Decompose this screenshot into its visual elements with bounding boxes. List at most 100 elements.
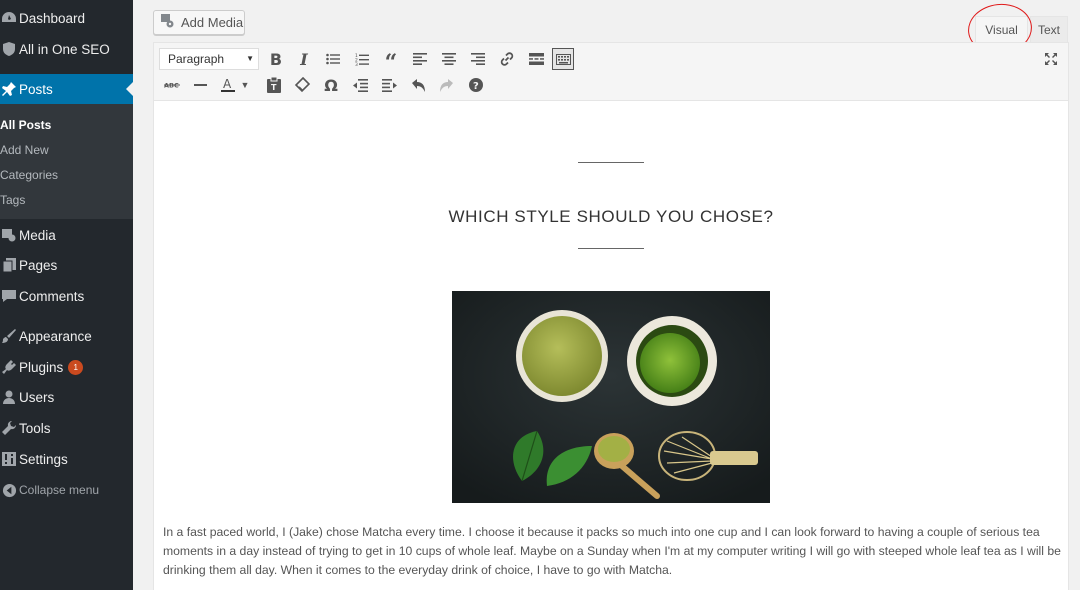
add-media-icon: [160, 13, 176, 32]
format-select-value: Paragraph: [168, 52, 225, 66]
post-body-paragraph[interactable]: In a fast paced world, I (Jake) chose Ma…: [163, 523, 1063, 580]
special-character-button[interactable]: Ω: [320, 74, 342, 96]
chevron-down-icon: ▼: [246, 54, 254, 63]
indent-button[interactable]: [378, 74, 400, 96]
toolbar-toggle-icon: [555, 53, 571, 65]
comments-icon: [0, 286, 20, 306]
align-left-icon: [413, 53, 427, 65]
matcha-illustration: [452, 291, 770, 503]
svg-text:T: T: [271, 83, 277, 92]
undo-button[interactable]: [407, 74, 429, 96]
menu-item-pages[interactable]: Pages: [0, 250, 133, 280]
menu-item-comments[interactable]: Comments: [0, 281, 133, 311]
outdent-icon: [352, 78, 368, 92]
insert-link-button[interactable]: [496, 48, 518, 70]
menu-label-appearance: Appearance: [19, 328, 92, 344]
collapse-menu-button[interactable]: Collapse menu: [0, 475, 133, 505]
keyboard-shortcuts-button[interactable]: ?: [465, 74, 487, 96]
add-media-button[interactable]: Add Media: [153, 10, 245, 35]
menu-item-all-in-one-seo[interactable]: All in One SEO: [0, 34, 133, 64]
align-center-icon: [442, 53, 456, 65]
menu-item-dashboard[interactable]: Dashboard: [0, 3, 133, 33]
text-color-icon: A: [221, 77, 235, 92]
align-center-button[interactable]: [438, 48, 460, 70]
pushpin-icon: [0, 79, 20, 99]
redo-icon: [439, 78, 453, 92]
menu-label-settings: Settings: [19, 451, 68, 467]
numbered-list-button[interactable]: 123: [351, 48, 373, 70]
align-right-icon: [471, 53, 485, 65]
menu-item-plugins[interactable]: Plugins 1: [0, 352, 133, 382]
help-icon: ?: [469, 78, 483, 92]
fullscreen-button[interactable]: [1040, 48, 1062, 70]
horizontal-line-button[interactable]: [189, 74, 211, 96]
align-right-button[interactable]: [467, 48, 489, 70]
read-more-button[interactable]: [525, 48, 547, 70]
submenu-add-new[interactable]: Add New: [0, 143, 49, 157]
indent-icon: [381, 78, 397, 92]
wrench-icon: [0, 418, 20, 438]
redo-button[interactable]: [435, 74, 457, 96]
plugin-icon: [0, 357, 20, 377]
align-left-button[interactable]: [409, 48, 431, 70]
menu-label-comments: Comments: [19, 288, 85, 304]
menu-item-media[interactable]: Media: [0, 220, 133, 250]
plugins-update-badge: 1: [68, 359, 84, 375]
blockquote-button[interactable]: “: [380, 48, 402, 74]
paste-text-icon: T: [267, 77, 281, 93]
media-icon: [0, 225, 20, 245]
menu-item-tools[interactable]: Tools: [0, 413, 133, 443]
outdent-button[interactable]: [349, 74, 371, 96]
italic-icon: I: [300, 49, 308, 69]
menu-item-settings[interactable]: Settings: [0, 444, 133, 474]
menu-item-users[interactable]: Users: [0, 382, 133, 412]
submenu-all-posts[interactable]: All Posts: [0, 118, 51, 132]
menu-label-plugins: Plugins: [19, 359, 64, 375]
menu-label-posts: Posts: [19, 81, 53, 97]
heading-divider-bottom: [578, 248, 644, 249]
undo-icon: [411, 78, 425, 92]
tab-text[interactable]: Text: [1030, 16, 1068, 42]
submenu-tags[interactable]: Tags: [0, 193, 25, 207]
numbered-list-icon: 123: [355, 53, 369, 66]
svg-text:A: A: [223, 77, 232, 91]
read-more-icon: [528, 53, 544, 65]
heading-divider-top: [578, 162, 644, 163]
blockquote-icon: “: [384, 50, 398, 76]
menu-label-tools: Tools: [19, 420, 51, 436]
link-icon: [500, 52, 514, 66]
admin-sidebar: Dashboard All in One SEO Posts All Posts…: [0, 0, 133, 590]
clear-formatting-button[interactable]: [291, 74, 313, 96]
bullet-list-button[interactable]: [322, 48, 344, 70]
editor-content-area[interactable]: WHICH STYLE SHOULD YOU CHOSE? In a fast …: [154, 101, 1068, 590]
post-section-heading[interactable]: WHICH STYLE SHOULD YOU CHOSE?: [154, 207, 1068, 227]
posts-submenu: All Posts Add New Categories Tags: [0, 104, 133, 219]
text-color-dropdown[interactable]: ▼: [238, 74, 252, 96]
svg-text:?: ?: [473, 81, 479, 92]
bullet-list-icon: [326, 53, 340, 65]
special-character-icon: Ω: [324, 75, 338, 95]
fullscreen-icon: [1045, 53, 1057, 65]
menu-label-users: Users: [19, 389, 55, 405]
dashboard-icon: [0, 8, 20, 28]
pages-icon: [0, 255, 20, 275]
bold-icon: B: [269, 49, 283, 69]
menu-label-dashboard: Dashboard: [19, 10, 86, 26]
strikethrough-button[interactable]: ABC: [161, 74, 183, 96]
text-color-button[interactable]: A: [217, 74, 239, 96]
toolbar-toggle-button[interactable]: [552, 48, 574, 70]
italic-button[interactable]: I: [293, 48, 315, 70]
paste-as-text-button[interactable]: T: [263, 74, 285, 96]
bold-button[interactable]: B: [265, 48, 287, 70]
matcha-tea-image[interactable]: [452, 291, 770, 503]
collapse-arrow-icon: [0, 480, 20, 500]
add-media-label: Add Media: [181, 15, 244, 30]
submenu-categories[interactable]: Categories: [0, 168, 58, 182]
menu-item-appearance[interactable]: Appearance: [0, 321, 133, 351]
post-editor: Paragraph ▼ B I 123 “ A ▼ T Ω ? WHICH ST…: [153, 42, 1069, 590]
menu-item-posts[interactable]: Posts: [0, 74, 133, 104]
paragraph-format-select[interactable]: Paragraph ▼: [159, 48, 259, 70]
paintbrush-icon: [0, 326, 20, 346]
menu-label-seo: All in One SEO: [19, 41, 110, 57]
strikethrough-icon: ABC: [164, 82, 180, 90]
